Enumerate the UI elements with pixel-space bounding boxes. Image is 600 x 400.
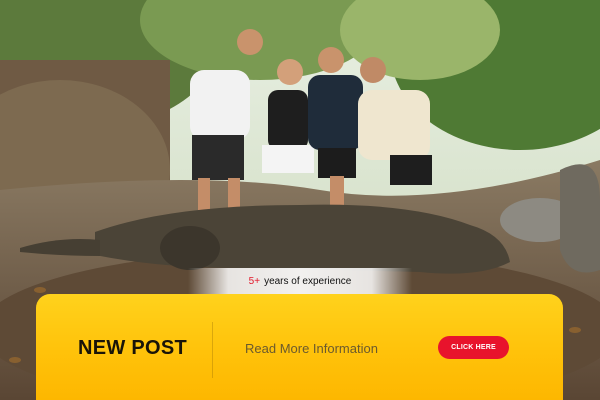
experience-badge: 5+ years of experience — [188, 268, 412, 294]
click-here-button[interactable]: CLICK HERE — [438, 336, 509, 359]
banner-title: NEW POST — [78, 337, 188, 359]
read-more-link[interactable]: Read More Information — [245, 341, 378, 356]
new-post-banner: NEW POST Read More Information CLICK HER… — [36, 294, 563, 400]
experience-highlight: 5+ — [248, 275, 261, 287]
experience-text: years of experience — [264, 275, 352, 287]
banner-divider — [212, 322, 213, 378]
